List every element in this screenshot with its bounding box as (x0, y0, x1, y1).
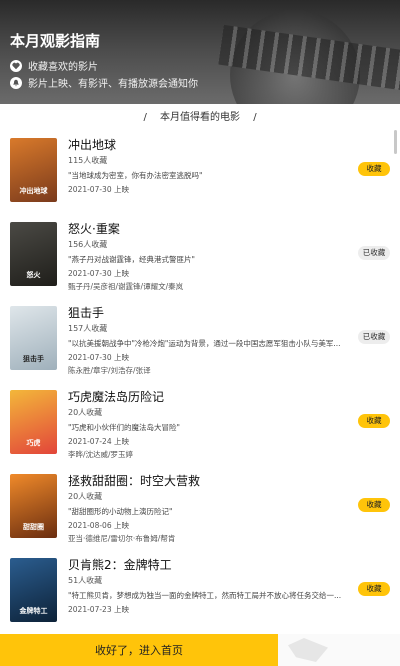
movie-title[interactable]: 怒火·重案 (68, 222, 348, 236)
page-title: 本月观影指南 (10, 32, 101, 50)
movie-item[interactable]: 狙击手 狙击手 157人收藏 "以抗美援朝战争中"冷枪冷炮"运动为背景，通过一段… (0, 302, 400, 386)
movie-description: "巧虎和小伙伴们的魔法岛大冒险" (68, 423, 180, 432)
movie-title[interactable]: 贝肯熊2：金牌特工 (68, 558, 348, 572)
movie-poster[interactable]: 怒火 (10, 222, 57, 286)
collect-button[interactable]: 收藏 (358, 414, 390, 428)
enter-home-button[interactable]: 收好了，进入首页 (0, 634, 278, 666)
feature-collect-text: 收藏喜欢的影片 (28, 62, 98, 73)
collect-button[interactable]: 已收藏 (358, 330, 390, 344)
release-date: 2021-07-30 上映 (68, 353, 129, 362)
movie-cast: 李晔/沈达威/罗玉婷 (68, 450, 134, 459)
movie-poster[interactable]: 巧虎 (10, 390, 57, 454)
guide-header: 本月观影指南 收藏喜欢的影片 影片上映、有影评、有播放源会通知你 (0, 0, 400, 104)
movie-item[interactable]: 冲出地球 冲出地球 115人收藏 "当地球成为密室，你有办法密室逃脱吗" 202… (0, 134, 400, 218)
movie-description: "燕子丹对战谢霆锋，经典港式警匪片" (68, 255, 195, 264)
movie-title[interactable]: 冲出地球 (68, 138, 348, 152)
movie-list: 冲出地球 冲出地球 115人收藏 "当地球成为密室，你有办法密室逃脱吗" 202… (0, 134, 400, 638)
collect-button[interactable]: 收藏 (358, 582, 390, 596)
bell-icon (10, 76, 22, 89)
collect-count: 51人收藏 (68, 576, 103, 585)
bottom-right-area (278, 634, 400, 666)
movie-item[interactable]: 金牌特工 贝肯熊2：金牌特工 51人收藏 "特工熊贝肯，梦想成为独当一面的金牌特… (0, 554, 400, 638)
movie-description: "特工熊贝肯，梦想成为独当一面的金牌特工，然而特工局并不放心将任务交给一... (68, 591, 342, 600)
movie-title[interactable]: 狙击手 (68, 306, 348, 320)
release-date: 2021-07-23 上映 (68, 605, 129, 614)
release-date: 2021-07-24 上映 (68, 437, 129, 446)
heart-icon (10, 59, 22, 72)
collect-count: 115人收藏 (68, 156, 108, 165)
movie-poster[interactable]: 金牌特工 (10, 558, 57, 622)
movie-description: "甜甜圈形的小动物上演历险记" (68, 507, 173, 516)
section-title-text: 本月值得看的电影 (160, 112, 240, 123)
movie-poster[interactable]: 甜甜圈 (10, 474, 57, 538)
movie-poster[interactable]: 冲出地球 (10, 138, 57, 202)
feature-notify: 影片上映、有影评、有播放源会通知你 (10, 75, 198, 90)
feature-notify-text: 影片上映、有影评、有播放源会通知你 (28, 79, 198, 90)
release-date: 2021-07-30 上映 (68, 269, 129, 278)
movie-cast: 陈永胜/章宇/刘浩存/张译 (68, 366, 151, 375)
watermark-shape (288, 638, 328, 662)
movie-cast: 亚当·德维尼/雷切尔·布鲁姆/帮肯 (68, 534, 176, 543)
enter-home-label: 收好了，进入首页 (95, 644, 183, 657)
collect-button[interactable]: 已收藏 (358, 246, 390, 260)
movie-title[interactable]: 巧虎魔法岛历险记 (68, 390, 348, 404)
collect-count: 20人收藏 (68, 492, 103, 501)
feature-collect: 收藏喜欢的影片 (10, 58, 98, 73)
movie-item[interactable]: 怒火 怒火·重案 156人收藏 "燕子丹对战谢霆锋，经典港式警匪片" 2021-… (0, 218, 400, 302)
section-title: / 本月值得看的电影 / (143, 112, 257, 123)
movie-item[interactable]: 巧虎 巧虎魔法岛历险记 20人收藏 "巧虎和小伙伴们的魔法岛大冒险" 2021-… (0, 386, 400, 470)
collect-count: 156人收藏 (68, 240, 108, 249)
movie-item[interactable]: 甜甜圈 拯救甜甜圈：时空大营救 20人收藏 "甜甜圈形的小动物上演历险记" 20… (0, 470, 400, 554)
release-date: 2021-07-30 上映 (68, 185, 129, 194)
collect-count: 157人收藏 (68, 324, 108, 333)
release-date: 2021-08-06 上映 (68, 521, 129, 530)
movie-description: "当地球成为密室，你有办法密室逃脱吗" (68, 171, 203, 180)
collect-button[interactable]: 收藏 (358, 498, 390, 512)
movie-poster[interactable]: 狙击手 (10, 306, 57, 370)
collect-button[interactable]: 收藏 (358, 162, 390, 176)
movie-cast: 甄子丹/吴彦祖/谢霆锋/谭耀文/秦岚 (68, 282, 184, 291)
movie-description: "以抗美援朝战争中"冷枪冷炮"运动为背景，通过一段中国志愿军狙击小队与美军... (68, 339, 341, 348)
movie-title[interactable]: 拯救甜甜圈：时空大营救 (68, 474, 348, 488)
collect-count: 20人收藏 (68, 408, 103, 417)
